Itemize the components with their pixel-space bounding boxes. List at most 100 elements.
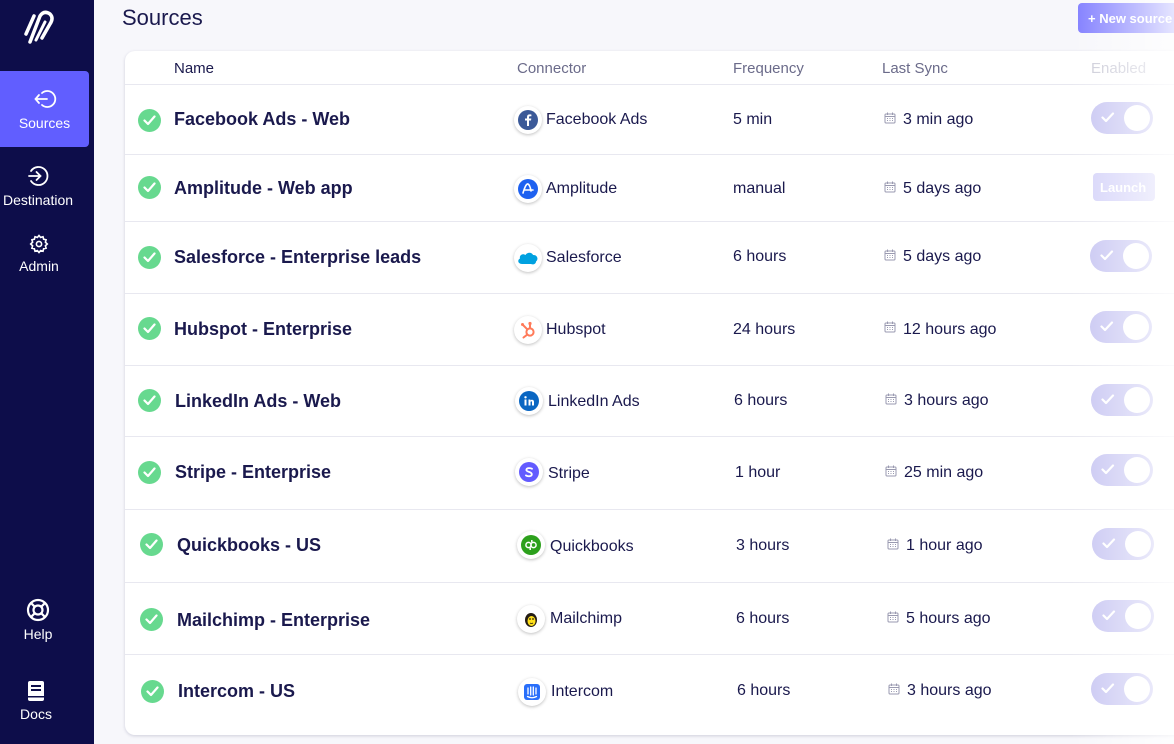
source-name[interactable]: Quickbooks - US [177, 535, 321, 556]
sidebar-item-docs[interactable]: Docs [0, 680, 72, 730]
sidebar-item-label: Help [23, 626, 53, 642]
connector-name: Mailchimp [550, 610, 623, 627]
calendar-icon [884, 181, 896, 193]
stripe-icon [515, 458, 543, 486]
source-name[interactable]: Amplitude - Web app [174, 178, 353, 199]
column-header-connector[interactable]: Connector [517, 60, 586, 77]
frequency-value: 3 hours [736, 537, 790, 554]
sidebar-item-label: Destination [2, 192, 74, 208]
table-row[interactable]: Facebook Ads - Web Facebook Ads 5 min 3 … [125, 85, 1174, 155]
calendar-icon [887, 611, 899, 623]
source-name[interactable]: LinkedIn Ads - Web [175, 391, 341, 412]
calendar-icon [884, 321, 896, 333]
last-sync-value: 5 hours ago [906, 610, 991, 627]
amplitude-icon [514, 175, 542, 203]
sidebar-item-destination[interactable]: Destination [0, 160, 76, 214]
frequency-value: 5 min [733, 111, 773, 128]
connector-name: Intercom [551, 683, 614, 700]
frequency-value: 6 hours [736, 610, 790, 627]
connector-name: Salesforce [546, 249, 622, 266]
page-title: Sources [122, 5, 203, 30]
sources-table: Name Connector Frequency Last Sync Enabl… [125, 51, 1174, 735]
frequency-value: manual [733, 180, 786, 197]
calendar-icon [887, 538, 899, 550]
connector-name: Amplitude [546, 180, 618, 197]
enabled-toggle[interactable] [1090, 240, 1152, 272]
toggle-knob [1124, 457, 1150, 483]
connector-name: LinkedIn Ads [548, 393, 640, 410]
last-sync-value: 5 days ago [903, 248, 982, 265]
sources-icon [33, 90, 56, 108]
facebook-ads-icon [514, 106, 542, 134]
toggle-knob [1124, 105, 1150, 131]
status-success-icon [138, 317, 161, 340]
source-name[interactable]: Mailchimp - Enterprise [177, 610, 370, 631]
column-header-frequency[interactable]: Frequency [733, 60, 804, 77]
table-row[interactable]: Hubspot - Enterprise Hubspot 24 hours 12… [125, 294, 1174, 366]
table-row[interactable]: Salesforce - Enterprise leads Salesforce… [125, 222, 1174, 294]
source-name[interactable]: Stripe - Enterprise [175, 462, 331, 483]
enabled-toggle[interactable] [1092, 600, 1154, 632]
sidebar-item-admin[interactable]: Admin [0, 234, 78, 280]
gear-icon [29, 234, 49, 254]
column-header-name[interactable]: Name [174, 60, 214, 77]
check-icon [1102, 538, 1116, 549]
check-icon [1101, 394, 1115, 405]
launch-button[interactable]: Launch [1093, 173, 1155, 201]
column-header-enabled: Enabled [1091, 60, 1147, 77]
enabled-toggle[interactable] [1091, 102, 1153, 134]
sidebar-item-label: Docs [20, 706, 52, 722]
new-source-button[interactable]: + New source [1078, 3, 1174, 33]
table-row[interactable]: Amplitude - Web app Amplitude manual 5 d… [125, 155, 1174, 222]
table-row[interactable]: LinkedIn Ads - Web LinkedIn Ads 6 hours … [125, 366, 1174, 437]
last-sync-value: 12 hours ago [903, 321, 997, 338]
frequency-value: 24 hours [733, 321, 796, 338]
table-row[interactable]: Quickbooks - US Quickbooks 3 hours 1 hou… [125, 510, 1174, 583]
last-sync-value: 5 days ago [903, 180, 982, 197]
source-name[interactable]: Salesforce - Enterprise leads [174, 247, 421, 268]
calendar-icon [884, 112, 896, 124]
status-success-icon [140, 533, 163, 556]
frequency-value: 1 hour [735, 464, 781, 481]
enabled-toggle[interactable] [1091, 673, 1153, 705]
sidebar-item-sources[interactable]: Sources [0, 71, 89, 147]
enabled-toggle[interactable] [1092, 528, 1154, 560]
source-name[interactable]: Intercom - US [178, 681, 295, 702]
table-row[interactable]: Stripe - Enterprise Stripe 1 hour 25 min… [125, 437, 1174, 510]
check-icon [1102, 610, 1116, 621]
check-icon [1100, 250, 1114, 261]
mailchimp-icon [517, 605, 545, 633]
table-row[interactable]: Intercom - US Intercom 6 hours 3 hours a… [125, 655, 1174, 735]
calendar-icon [885, 465, 897, 477]
last-sync-value: 3 min ago [903, 111, 974, 128]
connector-name: Facebook Ads [546, 111, 648, 128]
status-success-icon [138, 109, 161, 132]
table-row[interactable]: Mailchimp - Enterprise Mailchimp 6 hours… [125, 583, 1174, 655]
salesforce-icon [514, 244, 542, 272]
calendar-icon [885, 393, 897, 405]
last-sync-value: 3 hours ago [904, 392, 989, 409]
calendar-icon [884, 249, 896, 261]
enabled-toggle[interactable] [1091, 384, 1153, 416]
linkedin-icon [515, 387, 543, 415]
table-header: Name Connector Frequency Last Sync Enabl… [125, 51, 1174, 85]
status-success-icon [140, 608, 163, 631]
source-name[interactable]: Facebook Ads - Web [174, 109, 350, 130]
column-header-last-sync[interactable]: Last Sync [882, 60, 948, 77]
sidebar-item-label: Admin [19, 258, 59, 274]
sidebar: Sources Destination Admin Help Docs [0, 0, 94, 744]
enabled-toggle[interactable] [1090, 311, 1152, 343]
calendar-icon [888, 683, 900, 695]
toggle-knob [1123, 314, 1149, 340]
connector-name: Stripe [548, 465, 590, 482]
toggle-knob [1125, 603, 1151, 629]
toggle-knob [1125, 531, 1151, 557]
airbyte-logo[interactable] [20, 8, 56, 46]
sidebar-item-help[interactable]: Help [0, 598, 76, 648]
source-name[interactable]: Hubspot - Enterprise [174, 319, 352, 340]
status-success-icon [138, 246, 161, 269]
sidebar-item-label: Sources [18, 115, 71, 131]
check-icon [1101, 683, 1115, 694]
last-sync-value: 3 hours ago [907, 682, 992, 699]
enabled-toggle[interactable] [1091, 454, 1153, 486]
